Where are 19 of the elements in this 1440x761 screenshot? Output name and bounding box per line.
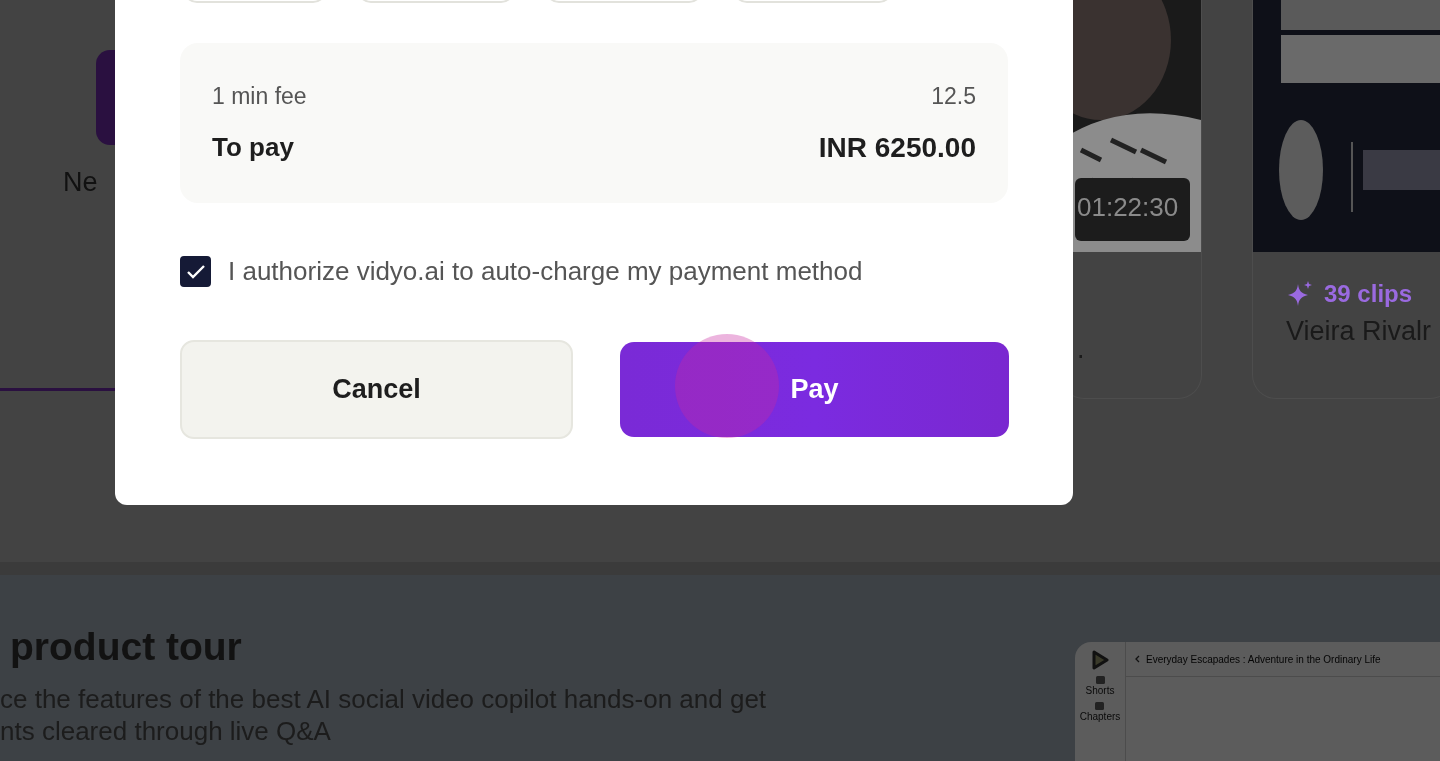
duration-badge: 01:22:30 — [1075, 178, 1191, 241]
checkbox[interactable] — [180, 256, 211, 287]
nav-icon — [1095, 676, 1105, 684]
cancel-button[interactable]: Cancel — [180, 340, 573, 439]
total-value: INR 6250.00 — [818, 131, 976, 164]
pay-button[interactable]: Pay — [620, 342, 1009, 437]
nav-item[interactable]: Chapters — [1079, 702, 1121, 722]
preview-title: Everyday Escapades : Adventure in the Ordinary Life — [1146, 653, 1381, 665]
nav-item[interactable]: Shorts — [1085, 676, 1115, 696]
fee-label: 1 min fee — [212, 82, 307, 110]
fee-value: 12.5 — [931, 82, 976, 110]
nav-icon — [1095, 702, 1105, 710]
video-title: . — [1077, 334, 1086, 365]
total-label: To pay — [212, 132, 294, 163]
checkmark-icon — [185, 263, 206, 280]
play-logo-icon — [1091, 650, 1109, 670]
checkbox-label: I authorize vidyo.ai to auto-charge my payment method — [228, 256, 863, 287]
clips-count: 39 clips — [1324, 280, 1413, 308]
back-chevron-icon — [1134, 655, 1140, 663]
